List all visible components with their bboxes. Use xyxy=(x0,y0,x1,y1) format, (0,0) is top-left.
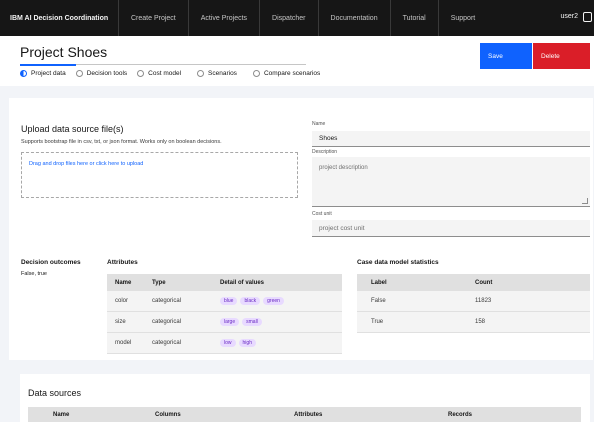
cost-unit-label: Cost unit xyxy=(312,211,332,217)
table-row: size categorical large small xyxy=(107,312,342,333)
title-divider xyxy=(20,64,306,66)
tab-label: Decision tools xyxy=(86,70,128,77)
description-label: Description xyxy=(312,149,338,155)
radio-icon[interactable] xyxy=(252,70,260,77)
stat-count: 11823 xyxy=(475,298,492,304)
resize-handle-icon[interactable] xyxy=(582,198,588,204)
attribute-name: color xyxy=(115,298,129,304)
radio-icon[interactable] xyxy=(197,70,205,77)
data-sources-title: Data sources xyxy=(28,388,82,398)
nav-tutorial[interactable]: Tutorial xyxy=(389,0,438,36)
upload-title: Upload data source file(s) xyxy=(21,124,124,134)
tab-compare-scenarios[interactable]: Compare scenarios xyxy=(252,70,321,77)
attribute-values: blue black green xyxy=(220,297,342,305)
attribute-type: categorical xyxy=(152,340,182,346)
statistics-table: Label Count False 11823 True 158 xyxy=(357,274,590,333)
value-tag: small xyxy=(242,318,262,326)
page-title: Project Shoes xyxy=(20,44,108,60)
radio-selected-icon[interactable] xyxy=(20,70,27,77)
table-row: True 158 xyxy=(357,312,590,333)
column-header: Type xyxy=(152,279,166,286)
tab-label: Scenarios xyxy=(208,70,237,77)
save-button[interactable]: Save xyxy=(480,43,532,69)
delete-button[interactable]: Delete xyxy=(533,43,590,69)
decision-outcomes-value: False, true xyxy=(21,271,47,277)
logout-icon[interactable] xyxy=(583,12,592,22)
data-sources-card: Data sources Name Columns Attributes Rec… xyxy=(20,374,590,422)
file-dropzone[interactable]: Drag and drop files here or click here t… xyxy=(21,152,298,198)
attributes-table-header: Name Type Detail of values xyxy=(107,274,342,291)
decision-outcomes-heading: Decision outcomes xyxy=(21,259,81,266)
attribute-values: low high xyxy=(220,339,342,347)
value-tag: high xyxy=(238,339,256,347)
statistics-table-header: Label Count xyxy=(357,274,590,291)
attributes-heading: Attributes xyxy=(107,259,138,266)
table-row: color categorical blue black green xyxy=(107,291,342,312)
data-sources-table-header: Name Columns Attributes Records xyxy=(28,407,581,422)
project-header: Project Shoes Project data Decision tool… xyxy=(0,36,594,86)
tab-label: Compare scenarios xyxy=(263,70,321,77)
stat-count: 158 xyxy=(475,319,486,325)
column-header: Label xyxy=(371,279,387,286)
tab-project-data[interactable]: Project data xyxy=(20,70,66,77)
column-header: Name xyxy=(53,411,70,418)
statistics-heading: Case data model statistics xyxy=(357,259,439,266)
attributes-table: Name Type Detail of values color categor… xyxy=(107,274,342,354)
value-tag: large xyxy=(220,318,240,326)
name-label: Name xyxy=(312,121,326,127)
tab-decision-tools[interactable]: Decision tools xyxy=(75,70,128,77)
title-accent xyxy=(20,64,76,66)
nav-dispatcher[interactable]: Dispatcher xyxy=(259,0,317,36)
attribute-type: categorical xyxy=(152,319,182,325)
description-textarea[interactable]: project description xyxy=(312,157,590,207)
radio-icon[interactable] xyxy=(75,70,83,77)
tab-label: Cost model xyxy=(148,70,182,77)
column-header: Name xyxy=(115,279,132,286)
project-data-card: Upload data source file(s) Supports boot… xyxy=(9,98,593,360)
stat-label: False xyxy=(371,298,386,304)
dropzone-link[interactable]: Drag and drop files here or click here t… xyxy=(29,161,143,167)
brand-name[interactable]: IBM AI Decision Coordination xyxy=(0,15,118,22)
nav-create-project[interactable]: Create Project xyxy=(118,0,188,36)
value-tag: green xyxy=(263,297,284,305)
nav-active-projects[interactable]: Active Projects xyxy=(187,0,259,36)
project-tabs: Project data Decision tools Cost model S… xyxy=(20,70,320,77)
value-tag: low xyxy=(220,339,236,347)
value-tag: black xyxy=(240,297,261,305)
nav-documentation[interactable]: Documentation xyxy=(317,0,390,36)
tab-label: Project data xyxy=(31,70,66,77)
table-row: False 11823 xyxy=(357,291,590,312)
column-header: Attributes xyxy=(294,411,323,418)
tab-cost-model[interactable]: Cost model xyxy=(137,70,181,77)
nav-support[interactable]: Support xyxy=(437,0,488,36)
attribute-values: large small xyxy=(220,318,342,326)
column-header: Detail of values xyxy=(220,279,265,286)
upload-subtitle: Supports bootstrap file in csv, txt, or … xyxy=(21,139,222,145)
attribute-name: size xyxy=(115,319,126,325)
table-row: model categorical low high xyxy=(107,333,342,354)
value-tag: blue xyxy=(220,297,238,305)
cost-unit-input[interactable]: project cost unit xyxy=(312,220,590,237)
stat-label: True xyxy=(371,319,384,325)
column-header: Records xyxy=(448,411,473,418)
name-input[interactable]: Shoes xyxy=(312,131,590,147)
attribute-type: categorical xyxy=(152,298,182,304)
attribute-name: model xyxy=(115,340,132,346)
user-name[interactable]: user2 xyxy=(560,13,578,20)
tab-scenarios[interactable]: Scenarios xyxy=(197,70,237,77)
description-placeholder: project description xyxy=(319,165,368,171)
top-navigation: IBM AI Decision Coordination Create Proj… xyxy=(0,0,594,36)
radio-icon[interactable] xyxy=(137,70,145,77)
column-header: Columns xyxy=(155,411,181,418)
column-header: Count xyxy=(475,279,493,286)
